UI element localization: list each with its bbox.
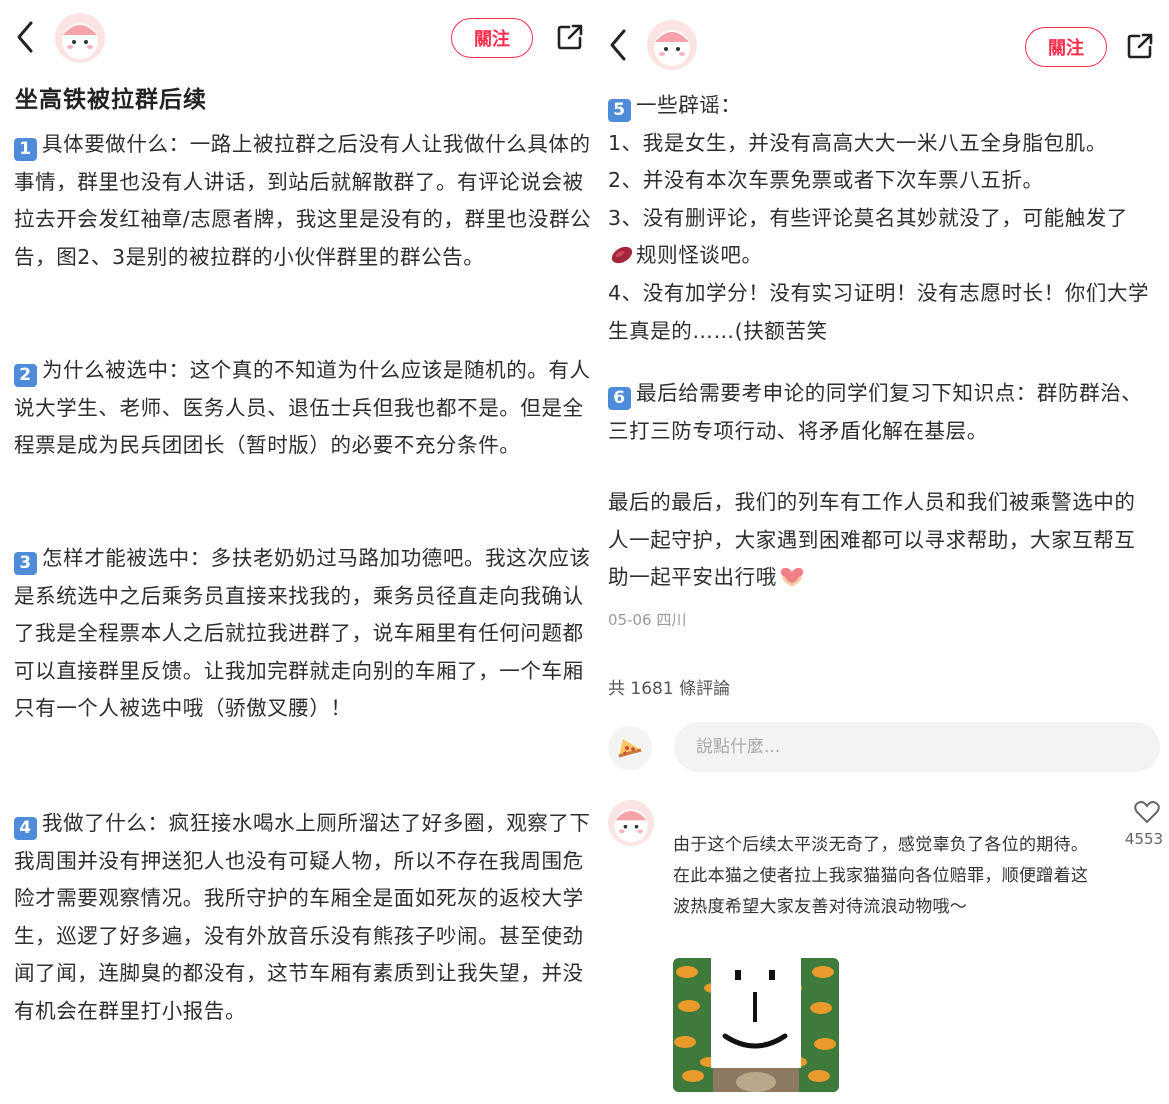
author-avatar[interactable] [55, 13, 105, 63]
number-badge-2: 2 [14, 364, 37, 387]
chevron-left-icon [17, 21, 33, 53]
top-bar: 關注 [0, 0, 597, 76]
section-1: 1 具体要做什么：一路上被拉群之后没有人让我做什么具体的事情，群里也没有人讲话，到… [14, 126, 592, 276]
section-6-text: 最后给需要考申论的同学们复习下知识点：群防群治、三打三防专项行动、将矛盾化解在基… [608, 381, 1143, 443]
section-5-heading: 一些辟谣： [636, 93, 742, 117]
share-icon [557, 24, 583, 50]
back-button[interactable] [603, 25, 633, 65]
pizza-icon [618, 739, 642, 758]
rumor-line-3-end: 规则怪谈吧。 [636, 243, 763, 268]
left-note-pane: 關注 坐高铁被拉群后续 1 具体要做什么：一路上被拉群之后没有人让我做什么具体的事… [0, 0, 597, 1104]
section-4-text: 我做了什么：疯狂接水喝水上厕所溜达了好多圈，观察了下我周围并没有押送犯人也没有可… [14, 811, 591, 1023]
closing-paragraph: 最后的最后，我们的列车有工作人员和我们被乘警选中的人一起守护，大家遇到困难都可以… [608, 484, 1153, 597]
section-3: 3 怎样才能被选中：多扶老奶奶过马路加功德吧。我这次应该是系统选中之后乘务员直接来… [14, 540, 592, 728]
rumor-line-1: 1、我是女生，并没有高高大大一米八五全身脂包肌。 [608, 130, 1107, 155]
top-bar: 關注 [597, 0, 1169, 76]
like-count: 4553 [1124, 830, 1164, 848]
comment-image[interactable] [673, 958, 839, 1092]
section-1-text: 具体要做什么：一路上被拉群之后没有人让我做什么具体的事情，群里也没有人讲话，到站… [14, 132, 592, 269]
section-2: 2 为什么被选中：这个真的不知道为什么应该是随机的。有人说大学生、老师、医务人员、… [14, 352, 592, 465]
heart-icon [1134, 801, 1160, 824]
follow-button[interactable]: 關注 [1025, 27, 1107, 67]
number-badge-6: 6 [608, 387, 631, 410]
follow-button[interactable]: 關注 [451, 18, 533, 58]
comment-text: 由于这个后续太平淡无奇了，感觉辜负了各位的期待。在此本猫之使者拉上我家猫猫向各位… [673, 835, 1089, 917]
share-button[interactable] [1123, 29, 1157, 63]
commenter-avatar[interactable] [608, 800, 654, 846]
section-3-text: 怎样才能被选中：多扶老奶奶过马路加功德吧。我这次应该是系统选中之后乘务员直接来找… [14, 546, 591, 721]
number-badge-3: 3 [14, 552, 37, 575]
section-6: 6 最后给需要考申论的同学们复习下知识点：群防群治、三打三防专项行动、将矛盾化解在… [608, 375, 1153, 450]
note-title: 坐高铁被拉群后续 [15, 87, 207, 113]
back-button[interactable] [10, 17, 40, 57]
share-icon [1127, 33, 1153, 59]
author-avatar[interactable] [647, 20, 697, 70]
comment-count: 共 1681 條評論 [608, 679, 731, 699]
post-date-location: 05-06 四川 [608, 611, 687, 629]
rumor-line-4: 4、没有加学分！没有实习证明！没有志愿时长！你们大学生真是的……(扶额苦笑 [608, 280, 1150, 343]
comment-input-row [608, 722, 1160, 774]
rumor-line-3: 3、没有删评论，有些评论莫名其妙就没了，可能触发了规则怪谈吧。 [608, 200, 1153, 275]
like-button[interactable]: 4553 [1125, 800, 1167, 848]
comment-input[interactable] [674, 722, 1160, 772]
right-note-pane: 關注 5 一些辟谣： 1、我是女生，并没有高高大大一米八五全身脂包肌。 2、并没有… [597, 0, 1169, 1104]
section-5: 5 一些辟谣： 1、我是女生，并没有高高大大一米八五全身脂包肌。 2、并没有本次车… [608, 87, 1153, 350]
closing-text: 最后的最后，我们的列车有工作人员和我们被乘警选中的人一起守护，大家遇到困难都可以… [608, 490, 1136, 590]
section-4: 4 我做了什么：疯狂接水喝水上厕所溜达了好多圈，观察了下我周围并没有押送犯人也没有… [14, 805, 592, 1031]
number-badge-4: 4 [14, 817, 37, 840]
section-2-text: 为什么被选中：这个真的不知道为什么应该是随机的。有人说大学生、老师、医务人员、退… [14, 358, 591, 458]
share-button[interactable] [553, 20, 587, 54]
number-badge-1: 1 [14, 138, 37, 161]
sweet-potato-emoji-icon [610, 241, 634, 264]
rumor-line-2: 2、并没有本次车票免票或者下次车票八五折。 [608, 168, 1044, 193]
rumor-line-3-text: 3、没有删评论，有些评论莫名其妙就没了，可能触发了 [608, 205, 1129, 230]
user-avatar[interactable] [608, 726, 652, 770]
heart-hands-icon [779, 562, 805, 587]
chevron-left-icon [610, 29, 626, 61]
number-badge-5: 5 [608, 99, 631, 122]
